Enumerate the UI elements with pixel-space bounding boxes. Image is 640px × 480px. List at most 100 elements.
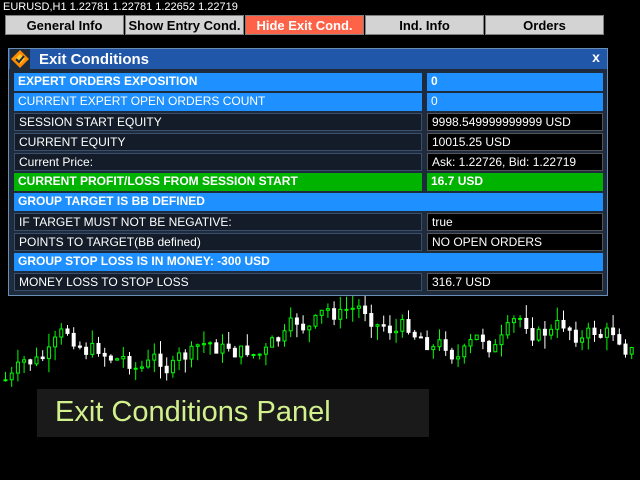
candle-body [456, 356, 461, 360]
candle-body [443, 339, 448, 351]
candle-body [629, 347, 634, 355]
close-button[interactable]: x [589, 50, 603, 66]
candle-body [158, 353, 163, 367]
candle-body [189, 345, 194, 360]
candle-body [77, 345, 82, 348]
row-label: IF TARGET MUST NOT BE NEGATIVE: [14, 213, 422, 231]
candle-body [555, 319, 560, 330]
candle-body [350, 307, 355, 310]
candle-body [400, 319, 405, 332]
row-value: 10015.25 USD [427, 133, 603, 151]
exit-conditions-panel: Exit Conditions x EXPERT ORDERS EXPOSITI… [8, 48, 608, 296]
candle-body [22, 359, 27, 363]
candle-body [381, 324, 386, 327]
candle-body [115, 358, 120, 361]
candle-body [294, 317, 299, 325]
candle-body [487, 340, 492, 353]
candle-body [102, 352, 107, 357]
candle-body [319, 309, 324, 316]
candle-body [282, 330, 287, 342]
tab-general-info[interactable]: General Info [5, 15, 124, 35]
candle-body [15, 361, 20, 374]
candle-body [53, 336, 58, 348]
tab-hide-exit-cond[interactable]: Hide Exit Cond. [245, 15, 364, 35]
candle-body [449, 349, 454, 360]
tab-orders[interactable]: Orders [485, 15, 604, 35]
candle-body [586, 327, 591, 339]
candle-body [288, 317, 293, 332]
row-label: SESSION START EQUITY [14, 113, 422, 131]
candle-body [567, 327, 572, 331]
row-label: Current Price: [14, 153, 422, 171]
row-current-equity: CURRENT EQUITY 10015.25 USD [14, 133, 604, 151]
candle-body [542, 328, 547, 336]
candle-body [257, 353, 262, 356]
candle-body [518, 317, 523, 320]
candle-body [375, 324, 380, 327]
candle-body [425, 337, 430, 351]
row-start-equity: SESSION START EQUITY 9998.549999999999 U… [14, 113, 604, 131]
candle-body [356, 305, 361, 309]
section-heading: GROUP STOP LOSS IS IN MONEY: -300 USD [14, 253, 603, 271]
candle-body [406, 319, 411, 333]
candle-body [164, 365, 169, 374]
row-label: CURRENT EQUITY [14, 133, 422, 151]
candle-body [301, 323, 306, 331]
candle-body [84, 346, 89, 355]
candle-body [387, 325, 392, 334]
row-label: EXPERT ORDERS EXPOSITION [14, 73, 422, 91]
tab-show-entry-cond[interactable]: Show Entry Cond. [125, 15, 244, 35]
candle-body [263, 346, 268, 355]
row-value: true [427, 213, 603, 231]
candle-body [511, 318, 516, 324]
candle-body [9, 372, 14, 381]
panel-header[interactable]: Exit Conditions x [9, 49, 607, 69]
row-value: 0 [427, 73, 603, 91]
candle-body [226, 343, 231, 349]
candle-body [71, 332, 76, 347]
candle-body [28, 359, 33, 365]
candle-body [369, 313, 374, 327]
row-value: 16.7 USD [427, 173, 603, 191]
candle-body [251, 353, 256, 356]
row-label: MONEY LOSS TO STOP LOSS [14, 273, 422, 291]
candle-body [276, 337, 281, 342]
candle-body [611, 327, 616, 336]
row-value: NO OPEN ORDERS [427, 233, 603, 251]
candle-body [139, 366, 144, 369]
row-label: CURRENT PROFIT/LOSS FROM SESSION START [14, 173, 422, 191]
candle-body [214, 342, 219, 354]
row-value: Ask: 1.22726, Bid: 1.22719 [427, 153, 603, 171]
candle-body [604, 327, 609, 338]
candle-body [208, 342, 213, 345]
row-money-loss: MONEY LOSS TO STOP LOSS 316.7 USD [14, 273, 604, 291]
candle-body [530, 327, 535, 341]
candle-body [431, 346, 436, 351]
candle-body [59, 328, 64, 338]
candle-body [505, 322, 510, 336]
candle-body [623, 343, 628, 355]
candle-body [239, 345, 244, 358]
candle-body [65, 328, 70, 334]
candle-body [617, 334, 622, 345]
candle-body [325, 308, 330, 311]
panel-title: Exit Conditions [39, 51, 149, 68]
candle-body [146, 359, 151, 368]
candle-body [332, 308, 337, 320]
candle-body [152, 353, 157, 361]
candle-body [412, 331, 417, 338]
candle-body [462, 345, 467, 358]
candle-body [108, 355, 113, 361]
row-value: 9998.549999999999 USD [427, 113, 603, 131]
row-points-to-target: POINTS TO TARGET(BB defined) NO OPEN ORD… [14, 233, 604, 251]
row-profit-loss: CURRENT PROFIT/LOSS FROM SESSION START 1… [14, 173, 604, 191]
candle-body [121, 356, 126, 360]
candle-body [394, 330, 399, 334]
chart-symbol-title: EURUSD,H1 1.22781 1.22781 1.22652 1.2271… [3, 1, 238, 13]
row-value: 0 [427, 93, 603, 111]
candle-body [499, 334, 504, 346]
tab-ind-info[interactable]: Ind. Info [365, 15, 484, 35]
candle-body [524, 317, 529, 329]
candle-body [536, 328, 541, 341]
candle-body [468, 339, 473, 347]
